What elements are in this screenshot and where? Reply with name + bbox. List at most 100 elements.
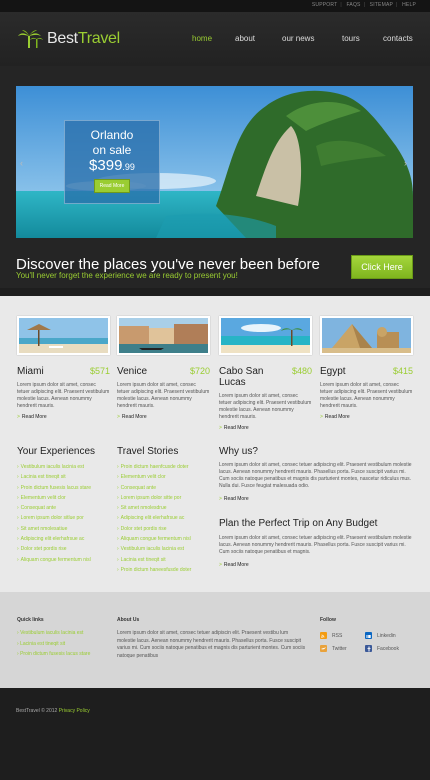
list-item-label: Aliquam congue fermentum nisl	[120, 536, 191, 543]
list-item[interactable]: › Aliquam congue fermentum nisl	[117, 534, 191, 544]
list-item[interactable]: › Vestibulum iaculis lacinia est	[17, 462, 91, 472]
sitemap-link[interactable]: SITEMAP	[370, 2, 393, 8]
list-item[interactable]: › Proin dictum fusesis lacus stare	[17, 483, 91, 493]
list-item-label: Vestibulum iaculis lacinia est	[120, 546, 185, 553]
bullet-icon: ›	[117, 494, 119, 501]
list-item[interactable]: › Proin dictum haenfcusde doter	[117, 462, 191, 472]
plan-trip-title: Plan the Perfect Trip on Any Budget	[219, 518, 378, 529]
read-more-link[interactable]: > Read More	[17, 414, 110, 420]
list-item-label: Lorem ipsum dolor sitte por	[120, 494, 182, 501]
nav-about[interactable]: about	[235, 34, 255, 43]
facebook-link[interactable]: Facebook	[365, 645, 399, 652]
quick-link[interactable]: › Proin dictum fusesis lacus stare	[17, 649, 90, 660]
destination-name: Egypt	[320, 366, 346, 377]
list-item-label: Sit amet nmolesatiue	[20, 525, 68, 532]
read-more-link[interactable]: > Read More	[117, 414, 210, 420]
linkedin-icon	[365, 632, 372, 639]
promo-on-sale: on sale	[92, 143, 132, 157]
list-item[interactable]: › Elementum velit clor	[117, 472, 191, 482]
read-more-link[interactable]: > Read More	[320, 414, 413, 420]
linkedin-link[interactable]: Linkedin	[365, 632, 396, 639]
read-more-label: Read More	[121, 414, 147, 420]
support-link[interactable]: SUPPORT	[312, 2, 337, 8]
follow-title: Follow	[320, 617, 336, 623]
list-item[interactable]: › Sit amet nmolesatiue	[17, 524, 91, 534]
rss-link[interactable]: RSS	[320, 632, 342, 639]
destination-name-row: Miami $571	[17, 366, 110, 377]
quick-link[interactable]: › Lacinia est tineqit sit	[17, 639, 90, 650]
destination-image[interactable]	[117, 316, 210, 355]
click-here-button[interactable]: Click Here	[351, 255, 413, 279]
bullet-icon: ›	[117, 556, 119, 563]
list-item[interactable]: › Adipiscing elit elerhafrsue ac	[17, 534, 91, 544]
experiences-list: › Vestibulum iaculis lacinia est › Lacinia…	[17, 462, 91, 565]
linkedin-label: Linkedin	[377, 632, 396, 639]
privacy-policy-link[interactable]: Privacy Policy	[59, 708, 90, 714]
brand-name-part: Best	[47, 30, 78, 47]
bullet-icon: ›	[117, 515, 119, 522]
rss-label: RSS	[332, 632, 343, 639]
faqs-link[interactable]: FAQS	[346, 2, 360, 8]
quick-links-title: Quick links	[17, 617, 44, 623]
nav-our-news[interactable]: our news	[282, 34, 314, 43]
nav-contacts[interactable]: contacts	[383, 34, 413, 43]
destination-description: Lorem ipsum dolor sit amet, consec tetue…	[17, 382, 110, 409]
quick-link-label: Vestibulum iaculis lacinia est	[20, 630, 84, 636]
bullet-icon: ›	[17, 546, 19, 553]
list-item[interactable]: › Consequat ante	[117, 483, 191, 493]
about-us-text: Lorem ipsum dolor sit amet, consec tetue…	[117, 630, 306, 659]
bullet-icon: ›	[17, 464, 19, 470]
list-item[interactable]: › Vestibulum iaculis lacinia est	[117, 544, 191, 554]
arrow-icon: >	[320, 414, 323, 420]
read-more-link[interactable]: > Read More	[219, 496, 415, 502]
destination-price: $720	[189, 366, 210, 376]
list-item-label: Consequat ante	[120, 484, 156, 491]
list-item-label: Lacinia est tineqit sit	[120, 556, 166, 563]
read-more-link[interactable]: > Read More	[219, 562, 415, 568]
read-more-label: Read More	[21, 414, 47, 420]
destination-image[interactable]	[219, 316, 312, 355]
help-link[interactable]: HELP	[402, 2, 416, 8]
list-item[interactable]: › Lacinia est tineqit sit	[117, 555, 191, 565]
list-item[interactable]: › Dolor stet pordis rise	[117, 524, 191, 534]
site-header: BestTravel home about our news tours con…	[0, 12, 430, 66]
list-item-label: Dolor stet pordis rise	[20, 546, 67, 553]
facebook-icon	[365, 645, 372, 652]
quick-link-label: Lacinia est tineqit sit	[20, 640, 66, 647]
list-item-label: Elementum velit clor	[120, 474, 166, 481]
list-item[interactable]: › Adipiscing elit elerhafrsue ac	[117, 513, 191, 523]
read-more-label: Read More	[324, 414, 350, 420]
list-item[interactable]: › Consequat ante	[17, 503, 91, 513]
destination-image[interactable]	[320, 316, 413, 355]
slider-prev-arrow[interactable]: ‹	[20, 158, 23, 168]
destination-description: Lorem ipsum dolor sit amet, consec tetue…	[219, 393, 312, 420]
list-item[interactable]: › Elementum velit clor	[17, 493, 91, 503]
read-more-link[interactable]: > Read More	[219, 425, 312, 431]
slider-next-arrow[interactable]: ›	[404, 158, 407, 168]
list-item[interactable]: › Dolor stet pordis rise	[17, 544, 91, 554]
read-more-label: Read More	[223, 425, 249, 431]
list-item[interactable]: › Lorem ipsum dolor sitte por	[117, 493, 191, 503]
list-item-label: Proin dictum haenfcusde doter	[120, 464, 189, 470]
facebook-label: Facebook	[377, 645, 399, 652]
bullet-icon: ›	[117, 536, 119, 543]
separator: |	[396, 2, 398, 8]
list-item[interactable]: › Lorem ipsum dolor sitlue por	[17, 513, 91, 523]
bullet-icon: ›	[117, 505, 119, 512]
nav-tours[interactable]: tours	[342, 34, 360, 43]
arrow-icon: >	[219, 562, 222, 568]
list-item[interactable]: › Proin dictum haneesfusde doter	[117, 565, 191, 575]
why-us-text: Lorem ipsum dolor sit amet, consec tetue…	[219, 462, 412, 489]
stories-title: Travel Stories	[117, 446, 179, 457]
quick-link[interactable]: › Vestibulum iaculis lacinia est	[17, 628, 90, 639]
bullet-icon: ›	[17, 515, 19, 522]
twitter-link[interactable]: Twitter	[320, 645, 347, 652]
bullet-icon: ›	[17, 484, 19, 491]
list-item[interactable]: › Aliquam congue fermentum nisl	[17, 555, 91, 565]
list-item[interactable]: › Sit amet nmolesdrue	[117, 503, 191, 513]
promo-read-more-button[interactable]: Read More	[93, 179, 131, 193]
nav-home[interactable]: home	[192, 34, 212, 43]
destination-image[interactable]	[17, 316, 110, 355]
list-item[interactable]: › Lacinia est tineqit sit	[17, 472, 91, 482]
logo[interactable]: BestTravel	[16, 28, 120, 50]
